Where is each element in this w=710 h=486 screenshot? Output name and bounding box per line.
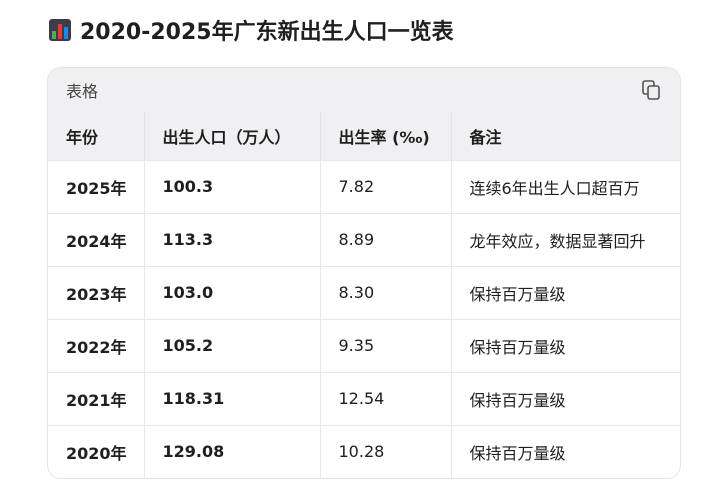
cell-births: 129.08 [144,425,321,478]
table-row: 2021年 118.31 12.54 保持百万量级 [48,372,680,425]
table-row: 2023年 103.0 8.30 保持百万量级 [48,266,680,319]
table-row: 2020年 129.08 10.28 保持百万量级 [48,425,680,478]
table-row: 2025年 100.3 7.82 连续6年出生人口超百万 [48,160,680,213]
cell-births: 113.3 [144,213,321,266]
table-card: 表格 年份 出生人口（万人） 出生率 (‰) 备注 2025年 100.3 7.… [47,67,681,479]
page-title: 2020-2025年广东新出生人口一览表 [80,20,454,45]
copy-button[interactable] [640,79,662,101]
cell-year: 2020年 [48,425,145,478]
table-row: 2022年 105.2 9.35 保持百万量级 [48,319,680,372]
copy-icon [642,80,660,100]
cell-notes: 保持百万量级 [469,337,566,357]
cell-birth-rate: 7.82 [320,160,452,213]
cell-birth-rate: 12.54 [320,372,452,425]
table-row: 2024年 113.3 8.89 龙年效应，数据显著回升 [48,213,680,266]
page-heading: 2020-2025年广东新出生人口一览表 [48,14,454,46]
cell-notes: 保持百万量级 [469,390,566,410]
column-header-birth-rate: 出生率 (‰) [320,112,452,160]
cell-year: 2021年 [48,372,145,425]
bar-chart-emoji-icon [49,19,71,41]
page: 2020-2025年广东新出生人口一览表 表格 年份 出生人口（万人） 出生率 … [0,0,710,486]
cell-births: 118.31 [144,372,321,425]
cell-year: 2024年 [48,213,145,266]
cell-year: 2023年 [48,266,145,319]
table-card-header: 表格 [48,68,680,112]
cell-year: 2025年 [48,160,145,213]
column-header-year: 年份 [48,112,145,160]
cell-birth-rate: 8.30 [320,266,452,319]
cell-birth-rate: 9.35 [320,319,452,372]
birth-data-table: 年份 出生人口（万人） 出生率 (‰) 备注 2025年 100.3 7.82 … [48,112,680,478]
cell-notes: 保持百万量级 [469,284,566,304]
column-header-births: 出生人口（万人） [144,112,321,160]
cell-births: 105.2 [144,319,321,372]
table-card-title: 表格 [66,82,99,101]
cell-notes: 保持百万量级 [469,443,566,463]
cell-births: 103.0 [144,266,321,319]
cell-births: 100.3 [144,160,321,213]
cell-year: 2022年 [48,319,145,372]
cell-notes: 连续6年出生人口超百万 [469,178,640,198]
cell-notes: 龙年效应，数据显著回升 [469,231,646,251]
table-header-row: 年份 出生人口（万人） 出生率 (‰) 备注 [48,112,680,160]
cell-birth-rate: 8.89 [320,213,452,266]
column-header-notes: 备注 [469,127,502,147]
cell-birth-rate: 10.28 [320,425,452,478]
